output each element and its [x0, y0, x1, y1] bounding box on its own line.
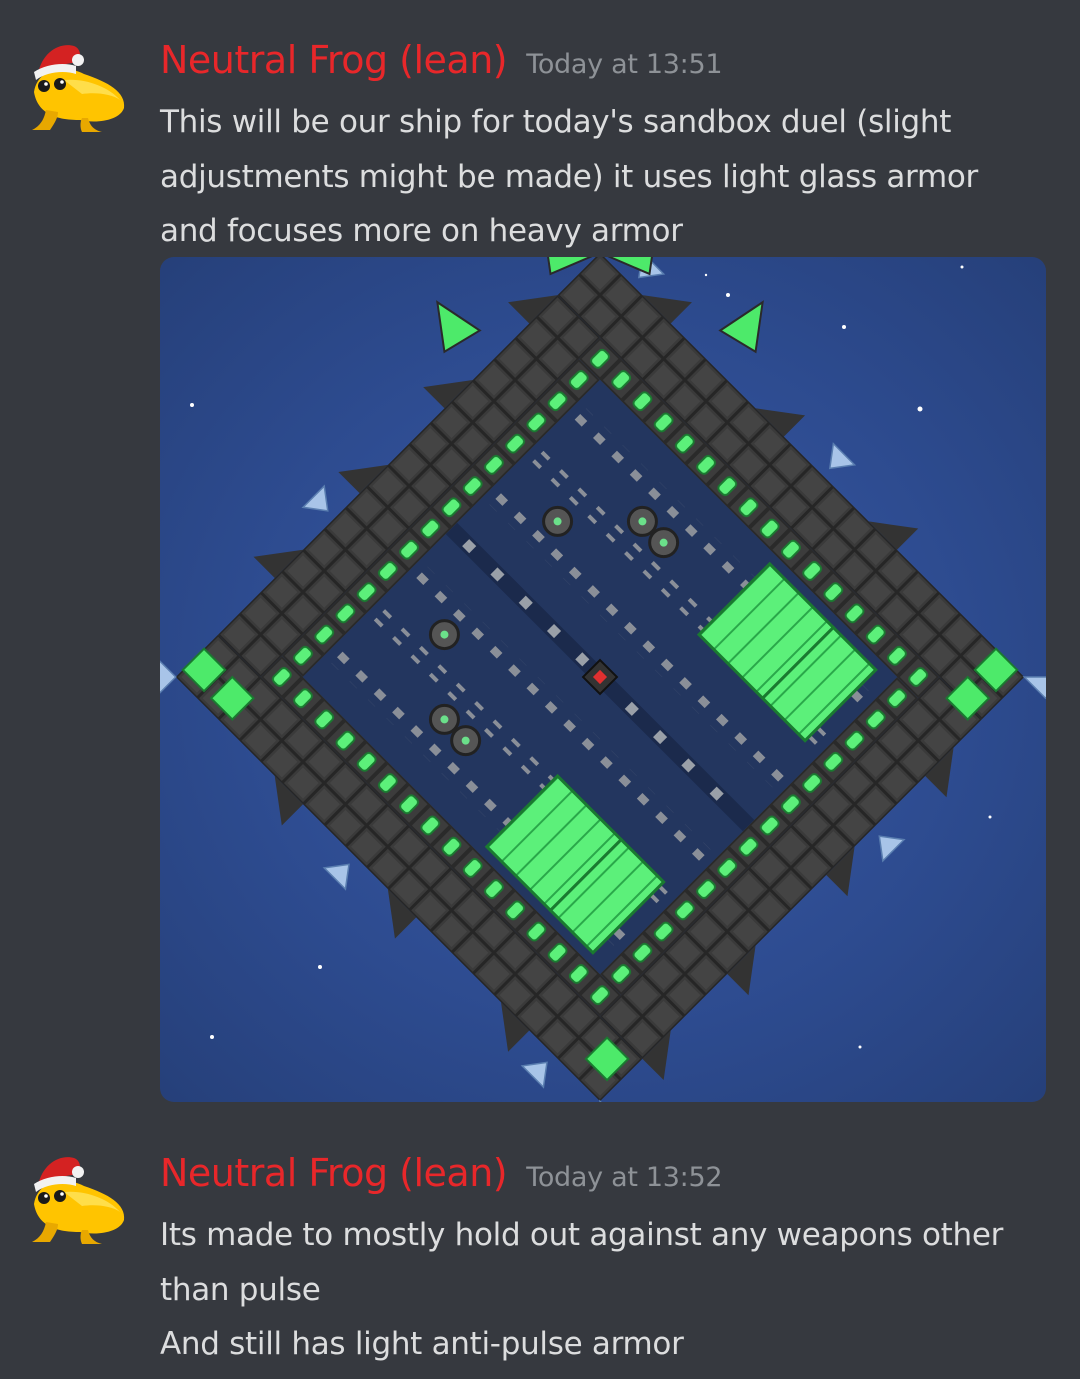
message-text: This will be our ship for today's sandbo… [160, 104, 978, 249]
message-text: Its made to mostly hold out against any … [160, 1208, 1040, 1372]
message-header: Neutral Frog (lean) Today at 13:51 [160, 38, 723, 82]
message-line: Its made to mostly hold out against any … [160, 1217, 1004, 1308]
frog-santa-hat-avatar-icon[interactable] [24, 1146, 132, 1246]
message-line: And still has light anti-pulse armor [160, 1326, 684, 1362]
ship-screenshot-image[interactable] [160, 257, 1046, 1102]
timestamp: Today at 13:52 [526, 1162, 723, 1193]
frog-santa-hat-avatar-icon[interactable] [24, 34, 132, 134]
message-header: Neutral Frog (lean) Today at 13:52 [160, 1151, 723, 1195]
timestamp: Today at 13:51 [526, 49, 723, 80]
author-name[interactable]: Neutral Frog (lean) [160, 38, 508, 82]
author-name[interactable]: Neutral Frog (lean) [160, 1151, 508, 1195]
